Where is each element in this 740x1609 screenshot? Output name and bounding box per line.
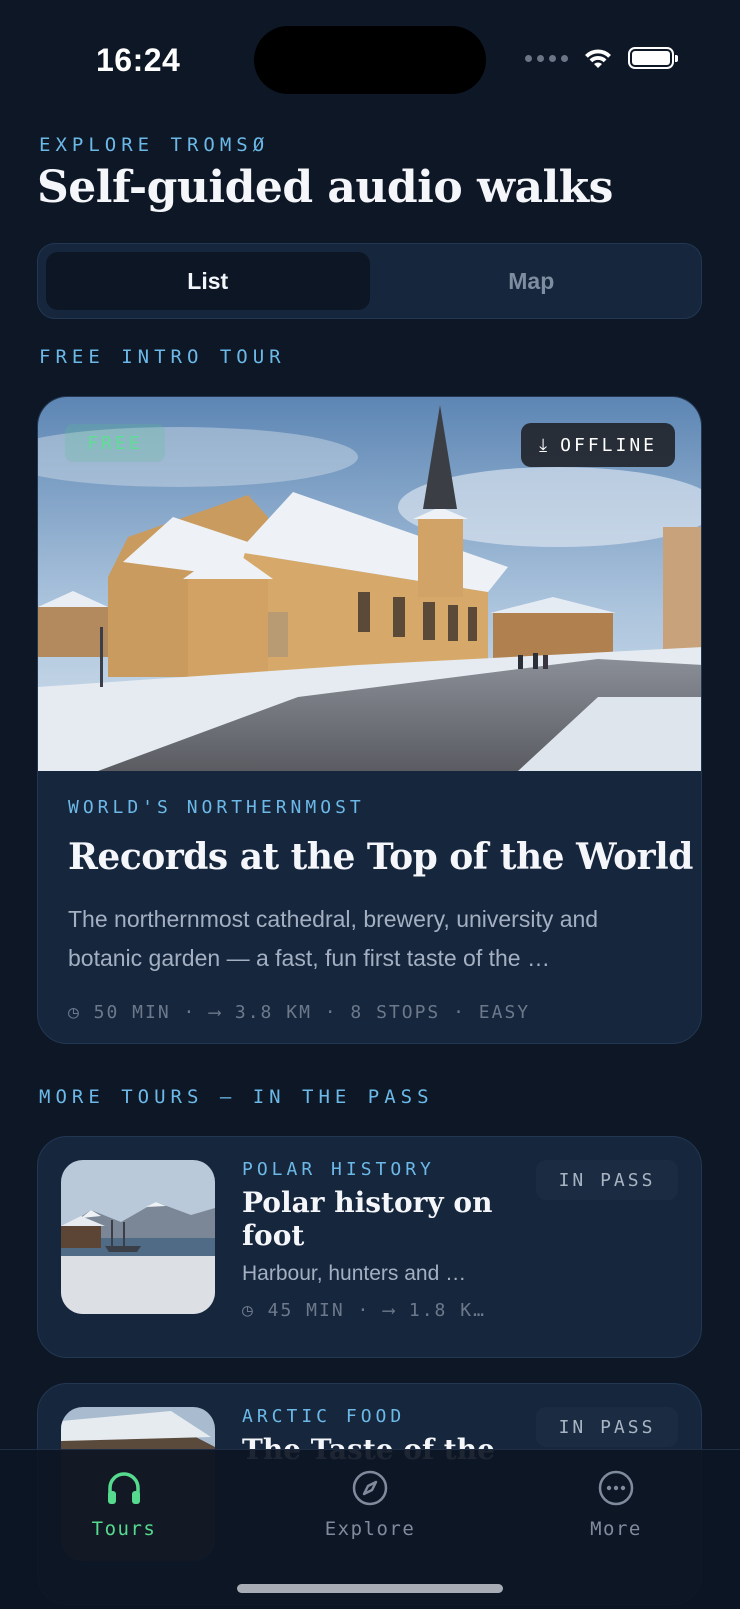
map-view-button[interactable]: Map xyxy=(370,252,694,310)
free-section-label: FREE INTRO TOUR xyxy=(39,346,286,368)
tab-explore[interactable]: Explore xyxy=(290,1468,450,1548)
list-view-button[interactable]: List xyxy=(46,252,370,310)
more-icon xyxy=(598,1470,634,1506)
dynamic-island xyxy=(254,26,486,94)
status-icons xyxy=(525,46,678,70)
tour-eyebrow: POLAR HISTORY xyxy=(242,1159,435,1180)
tour-eyebrow: ARCTIC FOOD xyxy=(242,1406,406,1427)
tour-card[interactable]: POLAR HISTORY Polar history on foot Harb… xyxy=(37,1136,702,1358)
in-pass-badge: IN PASS xyxy=(536,1407,678,1447)
offline-badge[interactable]: ⤓ OFFLINE xyxy=(521,423,675,467)
battery-icon xyxy=(628,47,678,69)
hero-tour-card[interactable]: FREE ⤓ OFFLINE WORLD'S NORTHERNMOST Reco… xyxy=(37,396,702,1044)
hero-tour-eyebrow: WORLD'S NORTHERNMOST xyxy=(68,797,365,818)
tour-meta: ◷ 45 MIN · ⟶ 1.8 K… xyxy=(242,1300,486,1321)
tour-thumbnail xyxy=(61,1160,215,1314)
tab-tours[interactable]: Tours xyxy=(44,1468,204,1548)
tour-description: Harbour, hunters and … xyxy=(242,1262,467,1285)
compass-icon xyxy=(352,1470,388,1506)
more-section-label: MORE TOURS — IN THE PASS xyxy=(39,1086,434,1108)
tab-more[interactable]: More xyxy=(536,1468,696,1548)
header-eyebrow: EXPLORE TROMSØ xyxy=(39,134,270,156)
hero-tour-body: WORLD'S NORTHERNMOST Records at the Top … xyxy=(38,771,701,1043)
home-indicator[interactable] xyxy=(237,1584,503,1593)
in-pass-badge: IN PASS xyxy=(536,1160,678,1200)
offline-badge-label: OFFLINE xyxy=(560,434,657,456)
hero-tour-image: FREE ⤓ OFFLINE xyxy=(38,397,701,771)
hero-tour-meta: ◷ 50 MIN · ⟶ 3.8 KM · 8 STOPS · EASY xyxy=(68,1002,531,1023)
download-icon: ⤓ xyxy=(539,434,551,456)
tour-title: Polar history on foot xyxy=(242,1186,493,1252)
page-title: Self-guided audio walks xyxy=(37,162,613,213)
headphones-icon xyxy=(108,1472,140,1504)
wifi-icon xyxy=(585,49,611,68)
tour-info: POLAR HISTORY Polar history on foot Harb… xyxy=(242,1159,512,1321)
tab-label: Tours xyxy=(91,1518,157,1540)
tab-label: More xyxy=(590,1518,642,1540)
cellular-signal-icon xyxy=(525,54,568,62)
free-badge: FREE xyxy=(65,424,165,462)
hero-tour-description: The northernmost cathedral, brewery, uni… xyxy=(68,906,599,971)
status-time: 16:24 xyxy=(96,42,181,78)
hero-tour-title: Records at the Top of the World xyxy=(68,836,693,878)
status-bar: 16:24 xyxy=(0,0,740,120)
tab-label: Explore xyxy=(324,1518,416,1540)
view-toggle: List Map xyxy=(37,243,702,319)
